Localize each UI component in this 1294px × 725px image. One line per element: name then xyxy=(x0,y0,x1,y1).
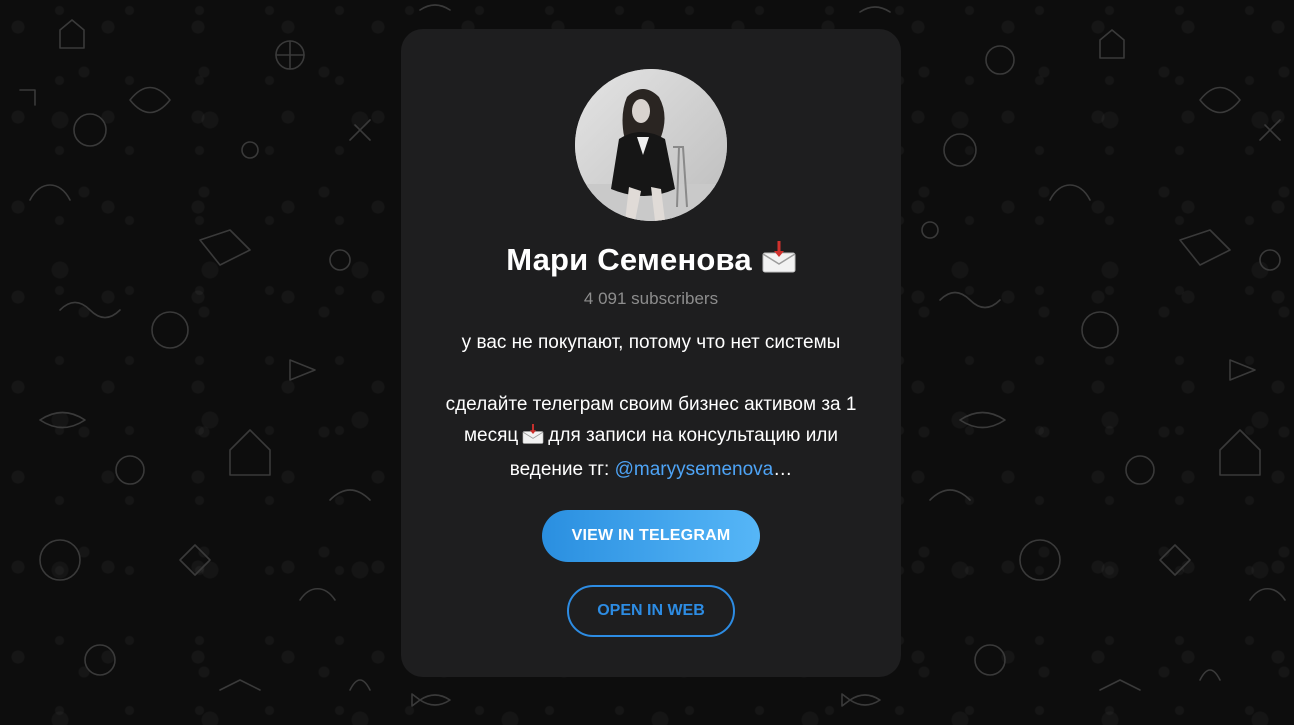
description-text: месяц xyxy=(463,425,519,446)
description-line-1: у вас не покупают, потому что нет систем… xyxy=(461,332,841,353)
channel-avatar xyxy=(575,69,727,221)
description-ellipsis: … xyxy=(773,459,793,480)
description-text: ведение тг: xyxy=(509,459,615,480)
description-line-2: сделайте телеграм своим бизнес активом з… xyxy=(445,394,857,415)
channel-title: Мари Семенова xyxy=(401,241,901,281)
open-in-web-button[interactable]: OPEN IN WEB xyxy=(567,585,735,637)
description-line-3: месяц для записи на консультацию или xyxy=(421,420,881,454)
username-link[interactable]: @maryysemenova xyxy=(615,459,774,480)
channel-name: Мари Семенова xyxy=(506,242,752,277)
view-in-telegram-button[interactable]: VIEW IN TELEGRAM xyxy=(542,510,760,562)
avatar-photo xyxy=(575,69,727,221)
channel-card: Мари Семенова 4 091 subscribers у вас не… xyxy=(401,29,901,677)
description-text: для записи на консультацию или xyxy=(548,425,839,446)
subscriber-count: 4 091 subscribers xyxy=(583,289,719,308)
description-line-4: ведение тг: @maryysemenova… xyxy=(421,454,881,485)
envelope-with-arrow-icon xyxy=(522,423,544,454)
envelope-with-arrow-icon xyxy=(762,241,796,281)
channel-description: у вас не покупают, потому что нет систем… xyxy=(421,327,881,485)
